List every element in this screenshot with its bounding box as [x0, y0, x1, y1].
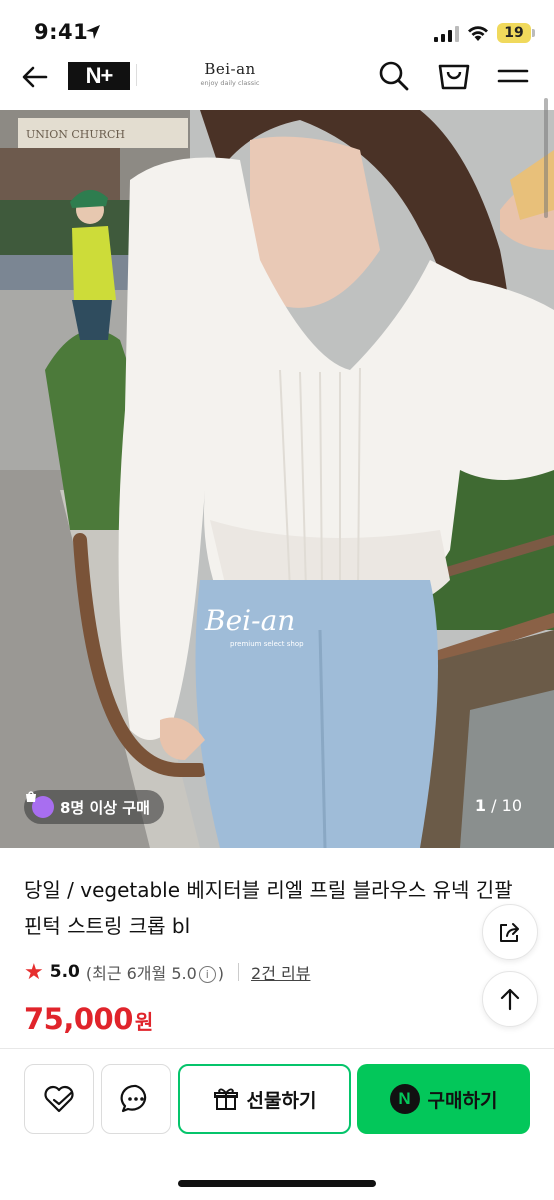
naver-plus-logo[interactable]: N+ — [68, 62, 130, 90]
info-icon[interactable]: i — [198, 966, 216, 983]
cellular-signal-icon — [434, 26, 459, 42]
image-counter: 1 / 10 — [475, 796, 522, 815]
buyers-count-text: 8명 이상 구매 — [60, 798, 150, 817]
menu-button[interactable] — [496, 60, 530, 94]
battery-tip — [532, 29, 535, 37]
top-nav-header: N+ Bei-an enjoy daily classic — [0, 52, 554, 108]
gallery-watermark-sub: premium select shop — [230, 640, 304, 648]
search-icon — [379, 61, 409, 91]
wishlist-button[interactable] — [24, 1064, 94, 1134]
star-icon: ★ — [24, 959, 44, 985]
rating-divider — [238, 963, 240, 981]
scroll-indicator — [544, 98, 548, 218]
gift-icon — [213, 1088, 238, 1110]
store-brand-logo[interactable]: Bei-an enjoy daily classic — [188, 60, 272, 87]
heart-icon — [44, 1085, 74, 1113]
brand-name: Bei-an — [204, 60, 256, 78]
background-sign: UNION CHURCH — [26, 128, 125, 141]
share-icon — [500, 923, 519, 942]
image-counter-current: 1 — [474, 796, 487, 815]
rating-value: 5.0 — [49, 962, 80, 982]
location-arrow-icon — [86, 25, 100, 39]
buy-button-label: 구매하기 — [427, 1089, 498, 1112]
rating-row: ★ 5.0 (최근 6개월 5.0 i) 2건 리뷰 — [24, 958, 310, 986]
shopping-bag-icon — [26, 791, 54, 818]
gift-button[interactable]: 선물하기 — [178, 1064, 351, 1134]
wifi-icon — [468, 26, 488, 41]
product-title: 당일 / vegetable 베지터블 리엘 프릴 블라우스 유넥 긴팔 핀턱 … — [24, 878, 513, 938]
image-counter-separator: / — [491, 796, 497, 815]
arrow-left-icon — [22, 66, 48, 88]
arrow-up-icon — [500, 988, 520, 1011]
rating-recent-text: (최근 6개월 5.0 — [85, 964, 197, 983]
gallery-watermark: Bei-an — [204, 604, 295, 637]
product-photo: UNION CHURCH Bei-an premium select shop — [0, 110, 554, 848]
rating-recent-close: ) — [217, 964, 225, 983]
home-indicator — [178, 1180, 376, 1187]
product-image-gallery[interactable]: UNION CHURCH Bei-an premium select shop … — [0, 110, 554, 848]
chat-button[interactable] — [101, 1064, 171, 1134]
gift-button-label: 선물하기 — [246, 1089, 317, 1112]
image-counter-total: 10 — [501, 796, 522, 815]
scroll-to-top-button[interactable] — [482, 971, 538, 1027]
hamburger-menu-icon — [497, 69, 529, 83]
bottom-bar-divider — [0, 1048, 554, 1049]
review-link[interactable]: 2건 리뷰 — [251, 960, 310, 984]
buy-button[interactable]: N 구매하기 — [357, 1064, 530, 1134]
brand-tagline: enjoy daily classic — [200, 79, 260, 87]
cart-button[interactable] — [436, 58, 472, 94]
battery-indicator: 19 — [497, 23, 531, 43]
rating-recent: (최근 6개월 5.0 i) — [86, 960, 224, 984]
status-time: 9:41 — [34, 20, 89, 44]
back-button[interactable] — [18, 60, 52, 94]
shopping-bag-icon — [438, 64, 470, 90]
chat-bubble-icon — [120, 1084, 147, 1113]
search-button[interactable] — [376, 58, 412, 94]
header-divider — [136, 64, 137, 86]
price-unit: 원 — [134, 1010, 154, 1034]
buyers-count-badge: 8명 이상 구매 — [24, 790, 164, 824]
product-price: 75,000 원 — [24, 1002, 153, 1036]
price-amount: 75,000 — [24, 1002, 133, 1036]
share-button[interactable] — [482, 904, 538, 960]
naver-pay-icon: N — [389, 1084, 420, 1114]
